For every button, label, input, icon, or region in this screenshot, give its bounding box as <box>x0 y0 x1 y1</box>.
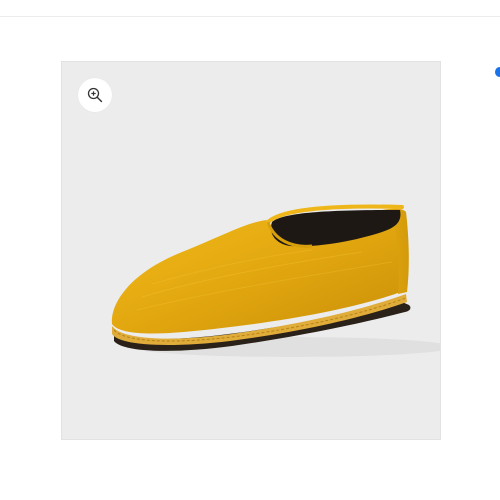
product-page <box>0 0 500 500</box>
zoom-in-icon <box>87 87 103 103</box>
product-image <box>111 204 440 357</box>
header-divider <box>0 16 500 17</box>
product-gallery <box>61 61 441 440</box>
zoom-button[interactable] <box>78 78 112 112</box>
carousel-indicator-dot[interactable] <box>495 67 500 77</box>
